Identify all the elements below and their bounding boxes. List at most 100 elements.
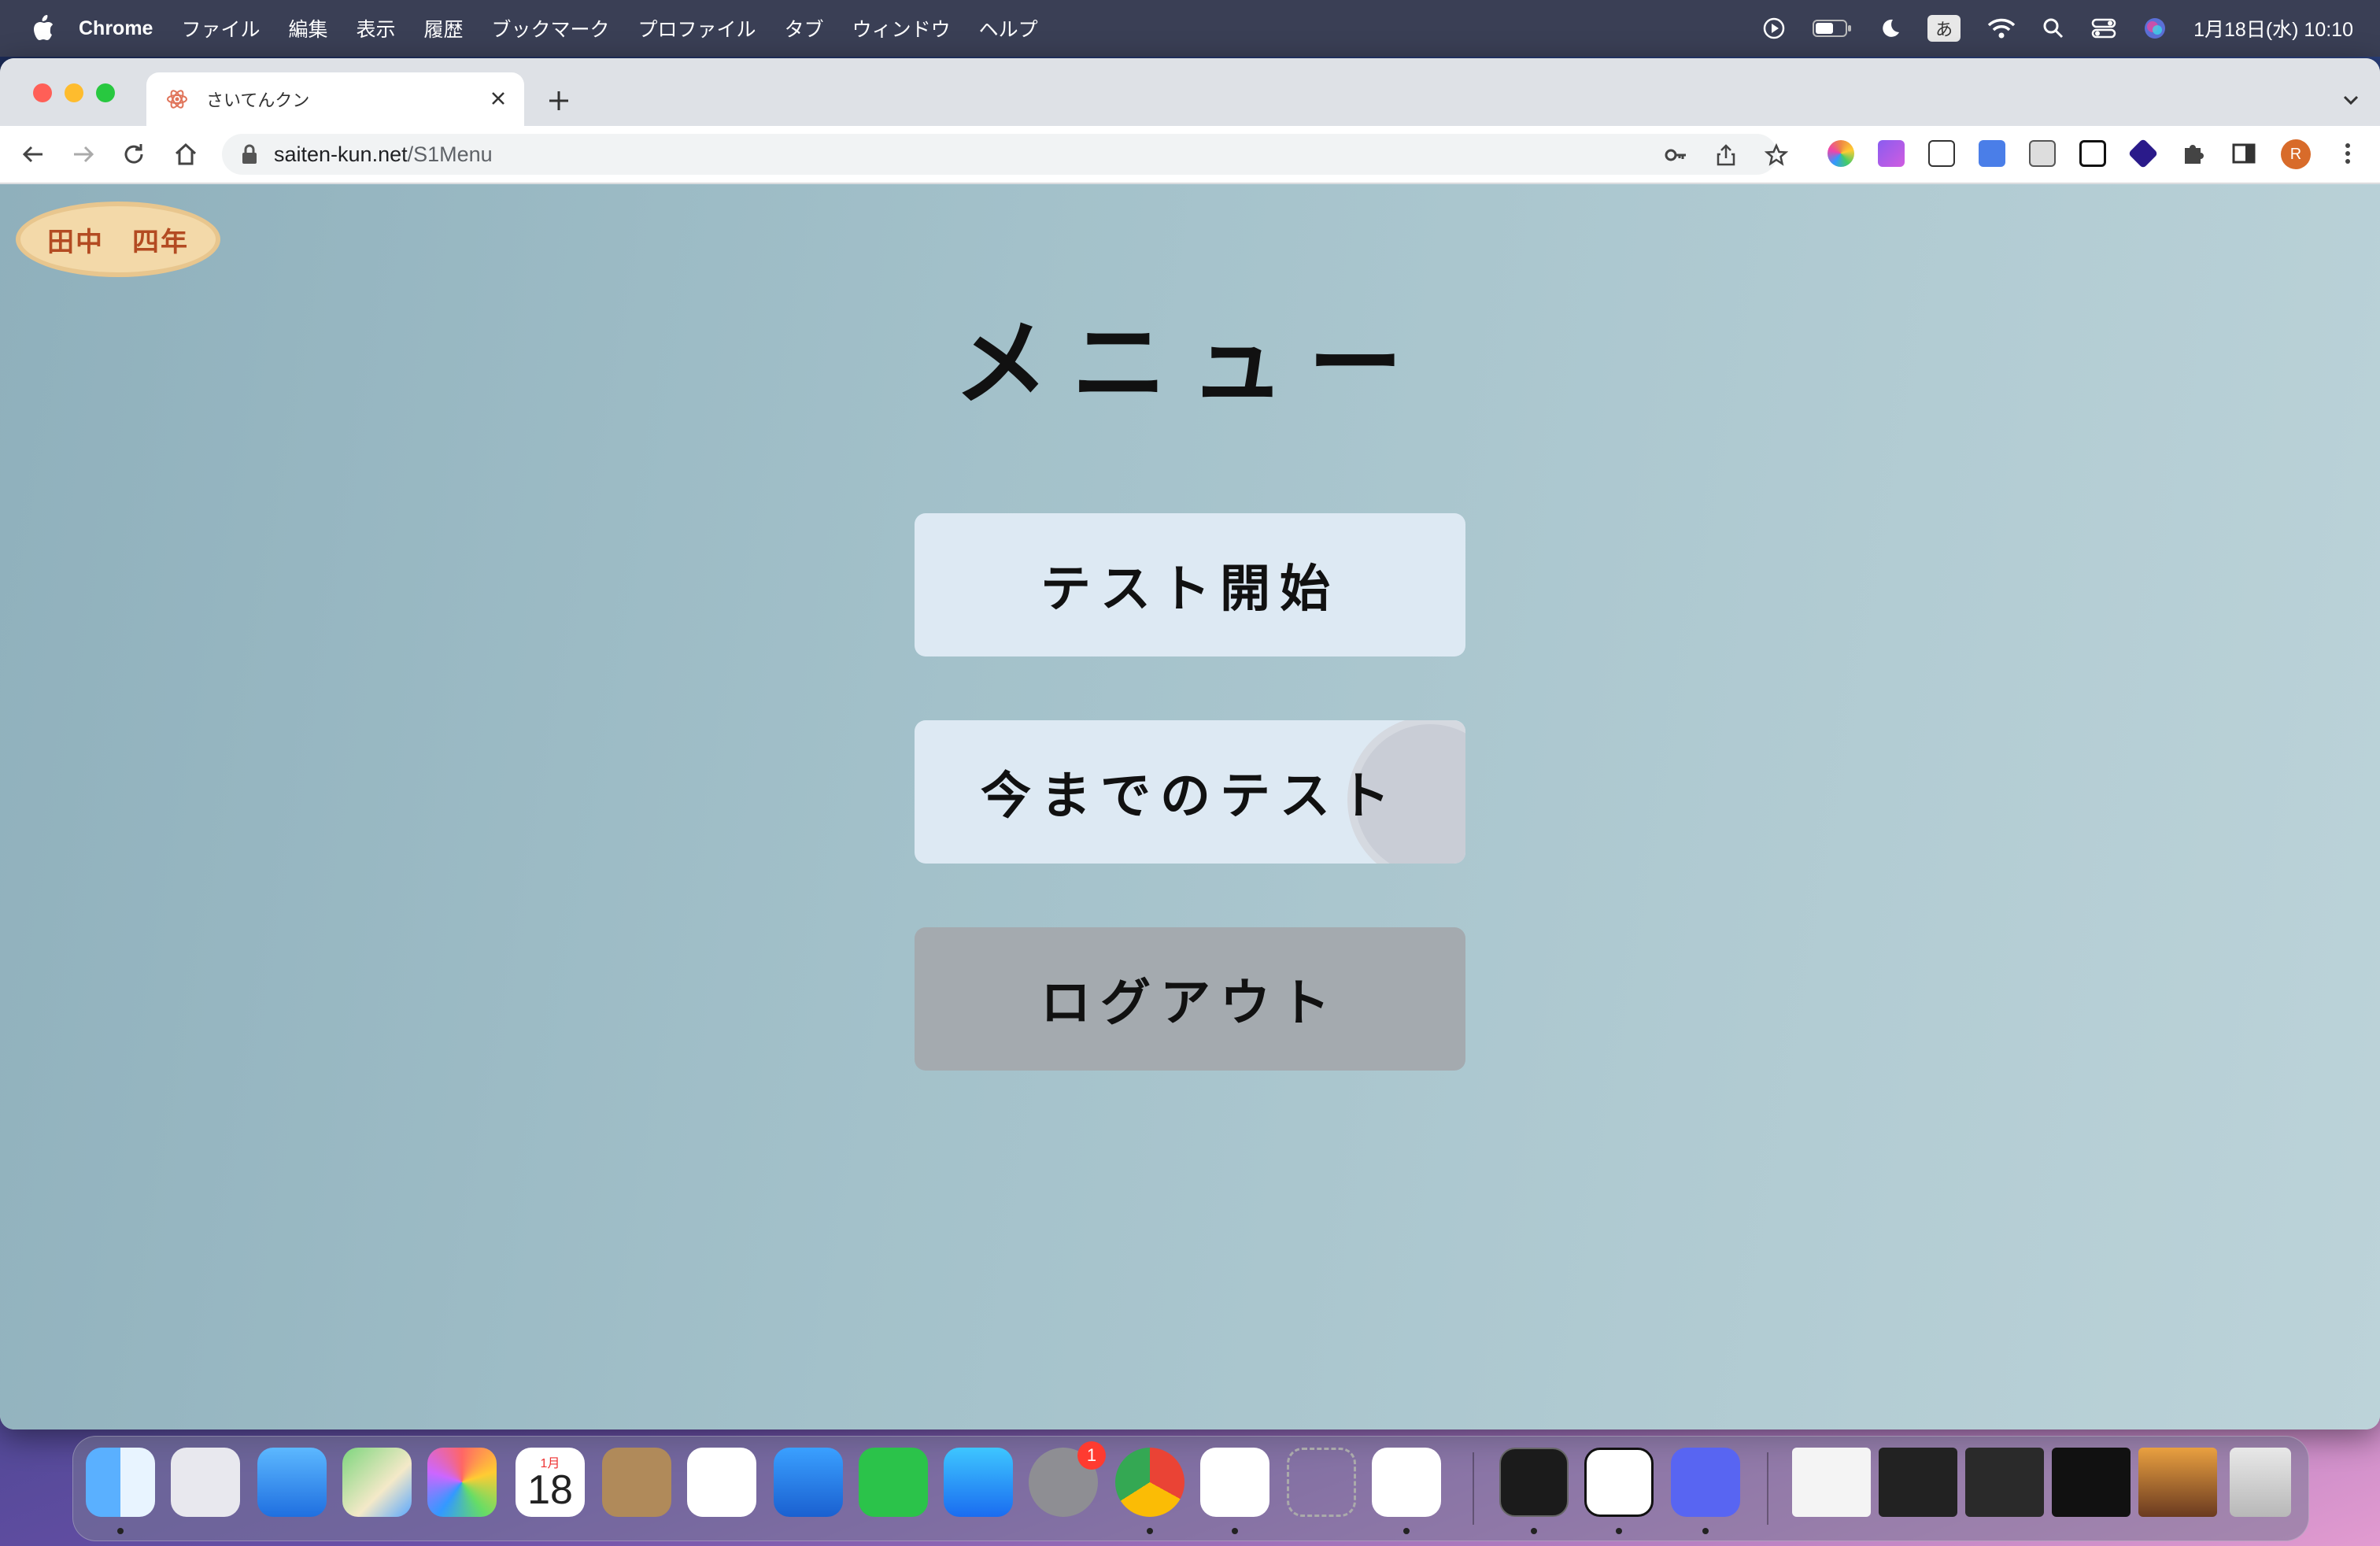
apple-menu-icon[interactable]	[31, 15, 55, 42]
atom-favicon-icon	[167, 90, 187, 109]
close-window-button[interactable]	[33, 83, 52, 102]
reminders-icon[interactable]	[687, 1448, 756, 1517]
minimized-vscode-window-thumbnail-2[interactable]	[1965, 1448, 2044, 1517]
tab-search-chevron-icon[interactable]	[2339, 88, 2363, 112]
minimized-notion-window-thumbnail[interactable]	[1792, 1448, 1871, 1517]
wifi-icon[interactable]	[1987, 17, 2016, 39]
running-indicator	[1232, 1528, 1238, 1534]
menu-history[interactable]: 履歴	[424, 14, 464, 43]
menu-app-name[interactable]: Chrome	[79, 17, 153, 40]
menu-bookmarks[interactable]: ブックマーク	[492, 14, 610, 43]
running-indicator	[1616, 1528, 1622, 1534]
terminal-icon[interactable]	[1499, 1448, 1569, 1517]
menu-help[interactable]: ヘルプ	[979, 14, 1038, 43]
past-tests-button[interactable]: 今までのテスト	[915, 720, 1465, 864]
running-indicator	[1702, 1528, 1709, 1534]
share-icon[interactable]	[1714, 143, 1738, 167]
unknown-app-icon[interactable]	[1287, 1448, 1356, 1517]
running-indicator	[1403, 1528, 1410, 1534]
notion-icon[interactable]	[1584, 1448, 1654, 1517]
user-name-grade-badge: 田中 四年	[16, 202, 220, 277]
s-extension-icon[interactable]	[2029, 140, 2056, 167]
tab-strip: さいてんクン	[0, 58, 2380, 126]
side-panel-icon[interactable]	[2230, 140, 2257, 167]
running-indicator	[117, 1528, 124, 1534]
now-playing-icon[interactable]	[1762, 17, 1786, 40]
mail-icon[interactable]	[257, 1448, 327, 1517]
app-store-icon[interactable]	[944, 1448, 1013, 1517]
macos-menu-bar: Chrome ファイル 編集 表示 履歴 ブックマーク プロファイル タブ ウィ…	[0, 0, 2380, 57]
profile-avatar[interactable]: R	[2281, 139, 2311, 169]
contacts-icon[interactable]	[602, 1448, 671, 1517]
url-host: saiten-kun.net	[274, 142, 408, 166]
launchpad-icon[interactable]	[171, 1448, 240, 1517]
vscode-icon[interactable]	[1372, 1448, 1441, 1517]
trash-icon[interactable]	[2230, 1448, 2291, 1517]
logout-button[interactable]: ログアウト	[915, 927, 1465, 1071]
menu-view[interactable]: 表示	[357, 14, 396, 43]
menubar-status-area: あ 1月18日(水) 10:10	[1762, 0, 2353, 57]
url-path: /S1Menu	[407, 142, 493, 166]
address-bar[interactable]: saiten-kun.net/S1Menu	[222, 134, 1788, 175]
extensions-puzzle-icon[interactable]	[2180, 140, 2207, 167]
bookmark-star-icon[interactable]	[1765, 143, 1788, 167]
calendar-icon[interactable]: 1月 18	[516, 1448, 585, 1517]
close-tab-icon[interactable]	[486, 87, 510, 110]
calendar-day: 18	[527, 1467, 573, 1513]
discord-icon[interactable]	[1671, 1448, 1740, 1517]
spotlight-search-icon[interactable]	[2042, 17, 2064, 39]
maps-icon[interactable]	[342, 1448, 412, 1517]
dock-separator	[1767, 1452, 1768, 1525]
running-indicator	[1531, 1528, 1537, 1534]
forward-arrow-icon[interactable]	[69, 140, 98, 168]
notion-extension-icon[interactable]	[2079, 140, 2106, 167]
menu-file[interactable]: ファイル	[181, 14, 260, 43]
photos-icon[interactable]	[427, 1448, 497, 1517]
new-tab-plus-icon[interactable]	[543, 85, 575, 117]
start-test-label: テスト開始	[1040, 560, 1340, 617]
control-center-icon[interactable]	[2091, 17, 2116, 39]
slack-icon[interactable]	[1200, 1448, 1269, 1517]
page-title: メニュー	[954, 311, 1426, 416]
keynote-icon[interactable]	[774, 1448, 843, 1517]
chrome-menu-kebab-icon[interactable]	[2334, 140, 2361, 167]
browser-toolbar: saiten-kun.net/S1Menu R	[0, 126, 2380, 183]
focus-moon-icon[interactable]	[1879, 17, 1901, 39]
fullscreen-window-button[interactable]	[96, 83, 115, 102]
menubar-clock[interactable]: 1月18日(水) 10:10	[2193, 14, 2353, 43]
numbers-icon[interactable]	[859, 1448, 928, 1517]
password-key-icon[interactable]	[1664, 143, 1687, 167]
settings-notification-badge: 1	[1077, 1441, 1106, 1470]
chrome-icon[interactable]	[1115, 1448, 1184, 1517]
siri-icon[interactable]	[2143, 17, 2167, 40]
input-method-indicator[interactable]: あ	[1927, 15, 1961, 42]
menu-tab[interactable]: タブ	[785, 14, 824, 43]
menu-window[interactable]: ウィンドウ	[852, 14, 951, 43]
minimize-window-button[interactable]	[65, 83, 83, 102]
purple-extension-icon[interactable]	[1878, 140, 1905, 167]
menu-edit[interactable]: 編集	[288, 14, 327, 43]
dock-separator	[1473, 1452, 1474, 1525]
back-arrow-icon[interactable]	[19, 140, 47, 168]
finder-icon[interactable]	[86, 1448, 155, 1517]
page-content: 田中 四年 メニュー テスト開始 今までのテスト ログアウト	[0, 184, 2380, 1429]
color-picker-extension-icon[interactable]	[1828, 140, 1854, 167]
home-icon[interactable]	[172, 140, 200, 168]
minimized-vscode-window-thumbnail[interactable]	[1879, 1448, 1957, 1517]
lock-icon[interactable]	[241, 144, 258, 165]
diamond-extension-icon[interactable]	[2127, 138, 2159, 169]
chrome-window: さいてんクン saiten-kun.net/S1Menu R 田中 四年 メニュ…	[0, 58, 2380, 1429]
active-tab[interactable]: さいてんクン	[146, 72, 524, 126]
menu-profiles[interactable]: プロファイル	[638, 14, 756, 43]
minimized-discord-window-thumbnail[interactable]	[2052, 1448, 2131, 1517]
google-translate-extension-icon[interactable]	[1979, 140, 2005, 167]
logout-label: ログアウト	[1040, 975, 1340, 1031]
reload-icon[interactable]	[120, 140, 148, 168]
start-test-button[interactable]: テスト開始	[915, 513, 1465, 656]
tab-manager-extension-icon[interactable]	[1928, 140, 1955, 167]
running-indicator	[1147, 1528, 1153, 1534]
minimized-chrome-window-thumbnail[interactable]	[2138, 1448, 2217, 1517]
battery-icon[interactable]	[1813, 18, 1852, 39]
macos-dock: 1月 18 1	[72, 1436, 2309, 1541]
url-text[interactable]: saiten-kun.net/S1Menu	[274, 142, 493, 167]
